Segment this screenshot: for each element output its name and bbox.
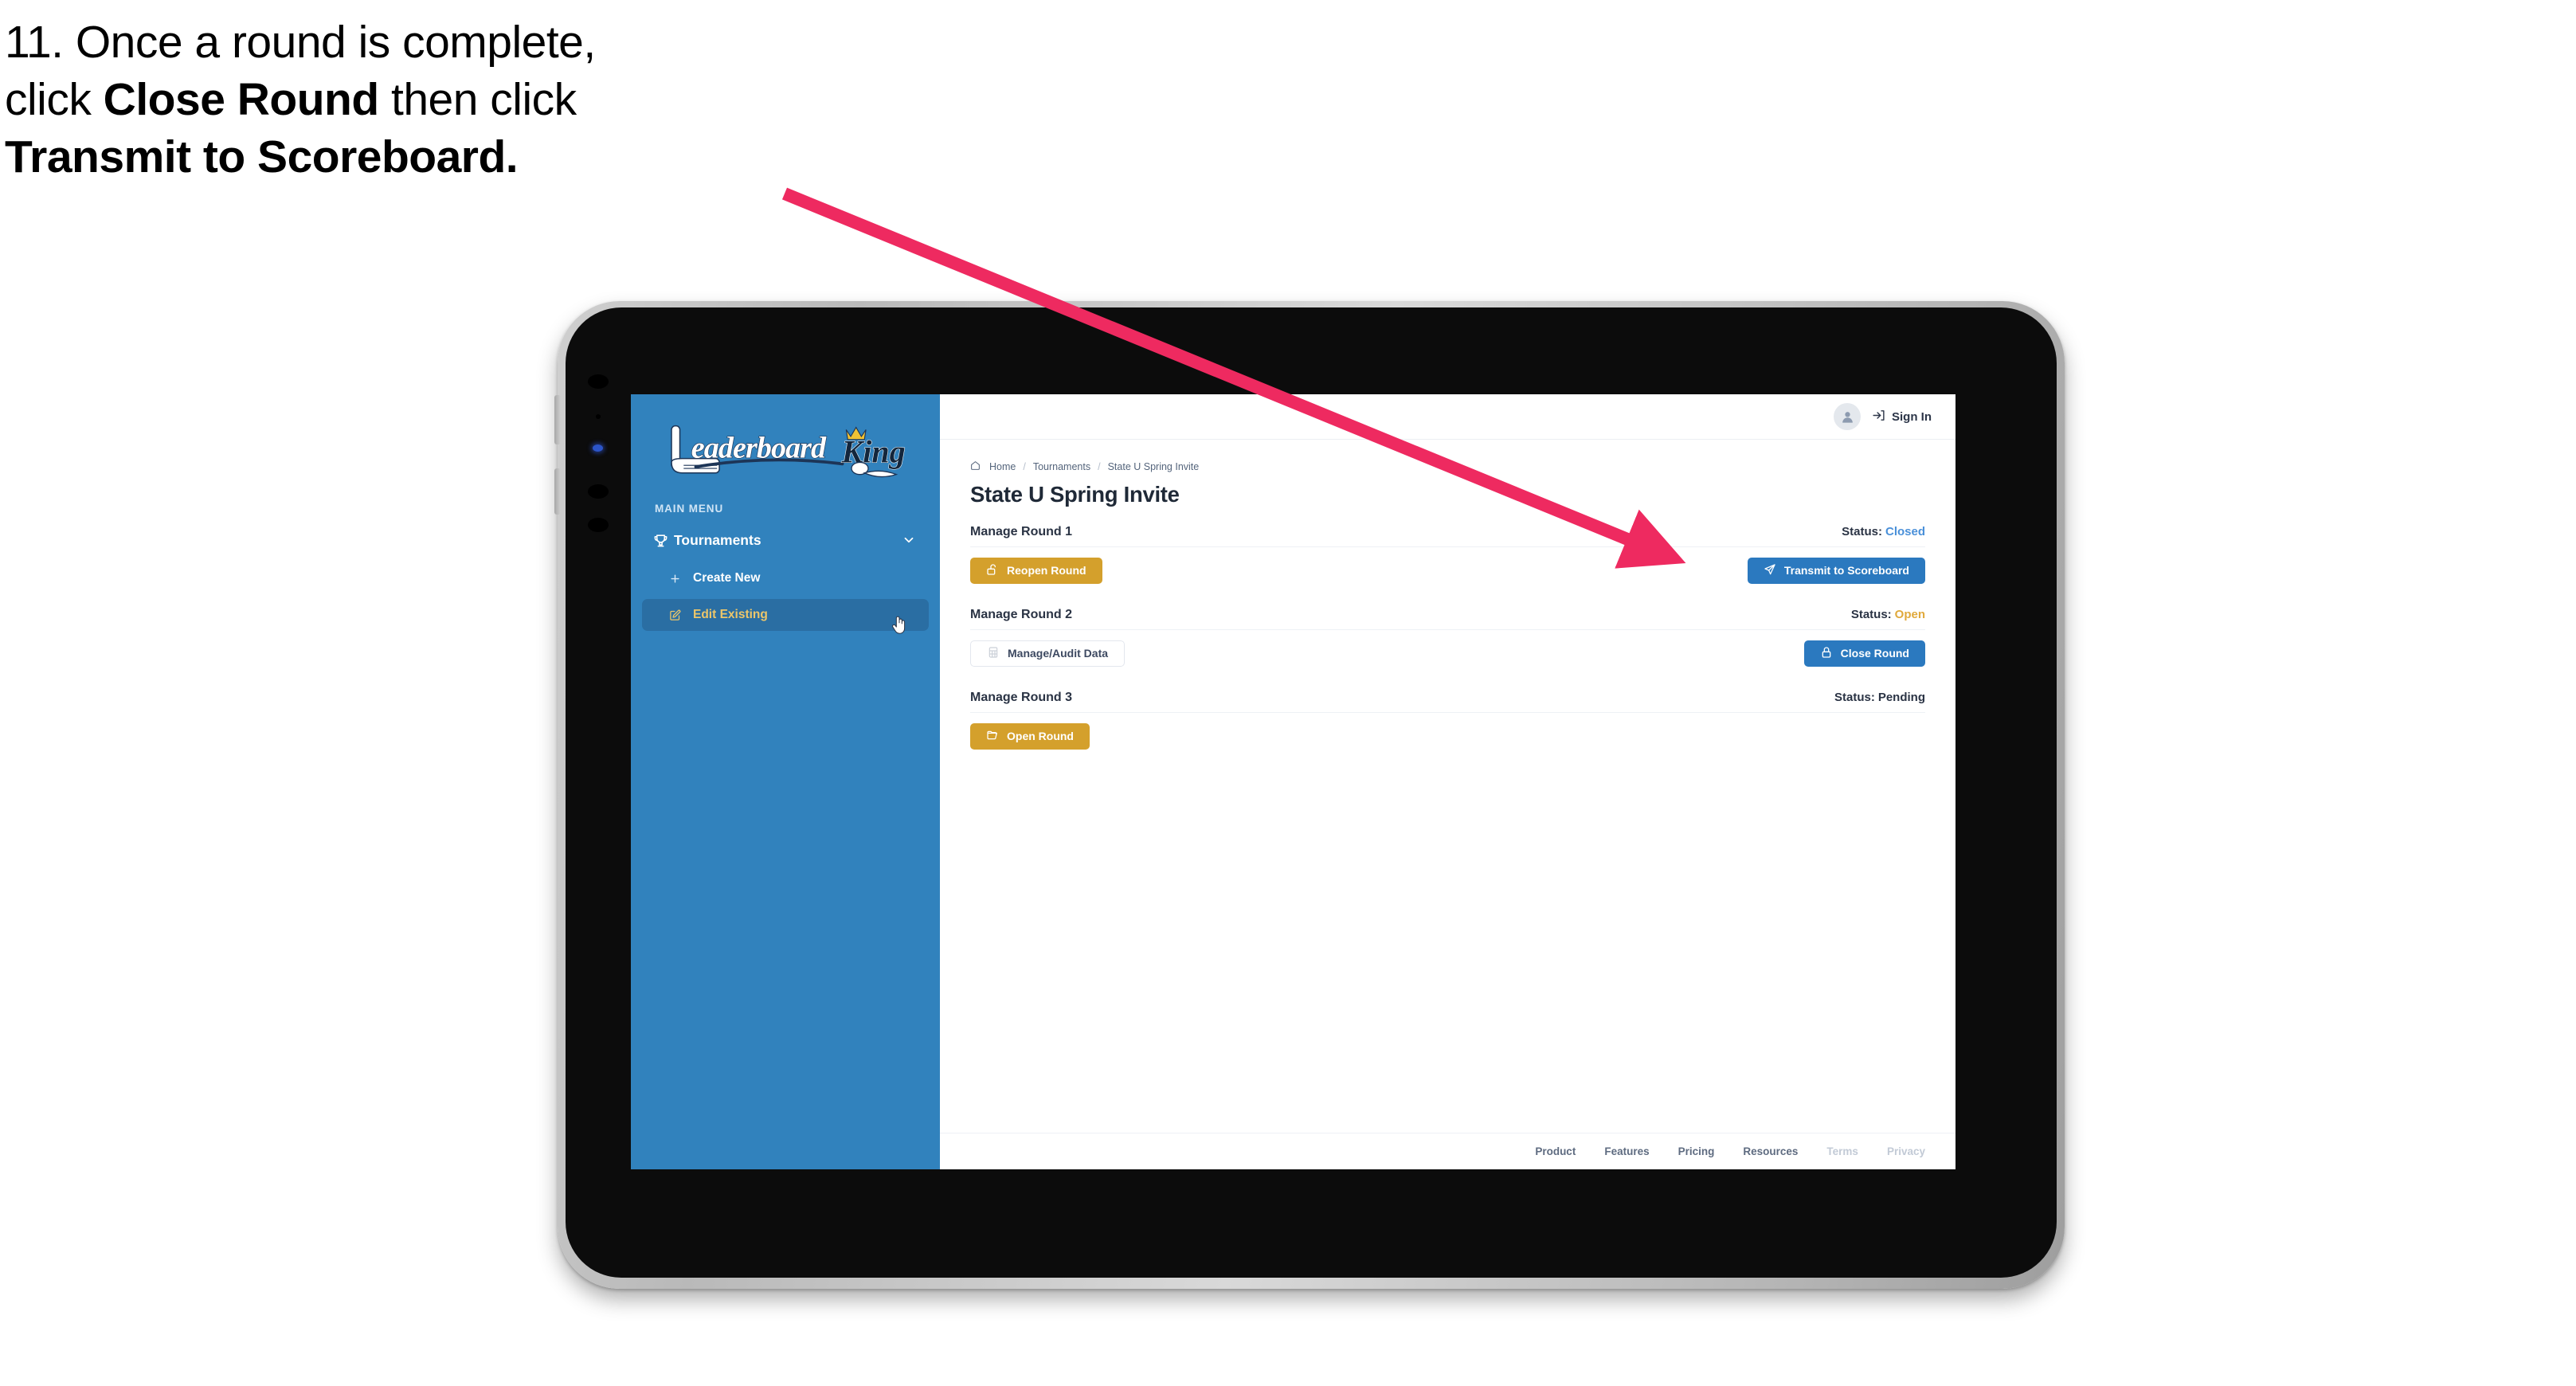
svg-text:King: King <box>841 433 906 469</box>
round-2-status-label: Status: <box>1850 608 1892 621</box>
leaderboard-king-logo[interactable]: eaderboard King <box>631 412 940 485</box>
footer-nav: Product Features Pricing Resources Terms… <box>940 1133 1955 1169</box>
open-round-button[interactable]: Open Round <box>970 722 1090 750</box>
breadcrumb-item-tournaments[interactable]: Tournaments <box>1033 461 1090 472</box>
sign-in-button[interactable]: Sign In <box>1872 409 1932 425</box>
round-2-actions: Manage/Audit Data Close Round <box>970 640 1925 667</box>
sidebar-item-create-new[interactable]: Create New <box>642 562 929 594</box>
round-3-status: Status: Pending <box>1834 691 1925 704</box>
user-avatar-icon[interactable] <box>1834 403 1861 430</box>
sidebar-item-tournaments-label: Tournaments <box>674 531 761 548</box>
footer-link-privacy[interactable]: Privacy <box>1887 1145 1925 1157</box>
tablet-sensor-dot-2 <box>596 414 601 419</box>
sign-in-label: Sign In <box>1892 409 1932 424</box>
open-round-label: Open Round <box>1007 730 1074 742</box>
footer-link-pricing[interactable]: Pricing <box>1678 1145 1715 1157</box>
home-icon[interactable] <box>970 460 982 473</box>
breadcrumb: Home / Tournaments / State U Spring Invi… <box>970 460 1925 473</box>
breadcrumb-item-home[interactable]: Home <box>989 461 1016 472</box>
round-1-name: Manage Round 1 <box>970 525 1073 538</box>
manage-audit-data-label: Manage/Audit Data <box>1008 647 1109 660</box>
round-block-1: Manage Round 1 Status: Closed Reopen Rou… <box>970 525 1925 584</box>
paper-plane-icon <box>1764 563 1776 578</box>
instruction-caption: 11. Once a round is complete, click Clos… <box>5 14 849 186</box>
sidebar-item-edit-existing[interactable]: Edit Existing <box>642 599 929 634</box>
transmit-to-scoreboard-label: Transmit to Scoreboard <box>1783 564 1909 577</box>
footer-link-features[interactable]: Features <box>1604 1145 1649 1157</box>
round-block-3: Manage Round 3 Status: Pending Open Roun… <box>970 691 1925 750</box>
tablet-sensor-dot-1 <box>588 374 609 389</box>
round-3-name: Manage Round 3 <box>970 691 1073 704</box>
sidebar-section-label: MAIN MENU <box>655 503 724 515</box>
round-2-header: Manage Round 2 Status: Open <box>970 608 1925 622</box>
round-3-header: Manage Round 3 Status: Pending <box>970 691 1925 705</box>
unlock-icon <box>986 563 999 578</box>
spreadsheet-icon <box>987 646 1000 661</box>
sidebar-item-edit-existing-label: Edit Existing <box>693 608 768 621</box>
round-3-actions: Open Round <box>970 722 1925 750</box>
tablet-sensor-dot-3 <box>588 484 609 499</box>
breadcrumb-item-current: State U Spring Invite <box>1107 461 1200 472</box>
sidebar: eaderboard King MAIN MENU Tournaments Cr… <box>631 394 940 1169</box>
round-3-status-value: Pending <box>1877 691 1925 704</box>
footer-link-terms[interactable]: Terms <box>1826 1145 1858 1157</box>
plus-icon <box>669 573 693 585</box>
lock-icon <box>1820 646 1833 661</box>
round-1-status-label: Status: <box>1842 525 1882 538</box>
round-2-status-value: Open <box>1894 608 1925 621</box>
manage-audit-data-button[interactable]: Manage/Audit Data <box>970 640 1126 667</box>
hand-pointer-cursor <box>891 613 908 636</box>
tablet-device-mockup: eaderboard King MAIN MENU Tournaments Cr… <box>554 301 2065 1289</box>
footer-link-resources[interactable]: Resources <box>1743 1145 1798 1157</box>
caption-line-3-bold: Transmit to Scoreboard. <box>5 131 519 182</box>
round-1-status: Status: Closed <box>1842 525 1925 538</box>
sidebar-item-tournaments[interactable]: Tournaments <box>642 523 929 558</box>
caption-line-1-text: 11. Once a round is complete, <box>5 17 596 68</box>
caption-line-2-bold: Close Round <box>103 73 380 125</box>
folder-open-icon <box>986 729 999 744</box>
round-2-status: Status: Open <box>1851 608 1925 621</box>
round-1-actions: Reopen Round Transmit to Scoreboard <box>970 557 1925 584</box>
main-content: Sign In Home / Tournaments / State U Spr… <box>940 394 1955 1169</box>
top-bar: Sign In <box>940 394 1955 440</box>
round-3-divider <box>970 712 1925 713</box>
caption-line-2-pre: click <box>5 73 104 125</box>
edit-square-icon <box>669 609 693 621</box>
page-title: State U Spring Invite <box>970 482 1180 507</box>
reopen-round-button[interactable]: Reopen Round <box>970 557 1102 584</box>
footer-link-product[interactable]: Product <box>1535 1145 1576 1157</box>
tablet-sensor-dot-4 <box>588 518 609 532</box>
round-3-status-label: Status: <box>1834 691 1875 704</box>
caption-line-2-post: then click <box>378 73 577 125</box>
transmit-to-scoreboard-button[interactable]: Transmit to Scoreboard <box>1747 557 1925 584</box>
chevron-down-icon[interactable] <box>902 533 916 547</box>
login-arrow-icon <box>1872 409 1885 425</box>
caption-line-3: Transmit to Scoreboard. <box>5 129 849 186</box>
tablet-side-button-bottom[interactable] <box>554 468 561 515</box>
page-content: Home / Tournaments / State U Spring Invi… <box>940 440 1955 1133</box>
caption-line-1: 11. Once a round is complete, <box>5 14 849 72</box>
breadcrumb-separator-1: / <box>1023 461 1026 472</box>
round-2-name: Manage Round 2 <box>970 608 1073 621</box>
tablet-side-button-top[interactable] <box>554 395 561 444</box>
round-block-2: Manage Round 2 Status: Open Manage/Audit… <box>970 608 1925 667</box>
breadcrumb-separator-2: / <box>1098 461 1101 472</box>
round-1-status-value: Closed <box>1885 525 1925 538</box>
round-1-header: Manage Round 1 Status: Closed <box>970 525 1925 539</box>
screenshot-canvas: 11. Once a round is complete, click Clos… <box>0 0 2576 1386</box>
caption-line-2: click Close Round then click <box>5 72 849 129</box>
tablet-status-led <box>593 444 603 452</box>
round-1-divider <box>970 546 1925 547</box>
close-round-button[interactable]: Close Round <box>1803 640 1925 667</box>
trophy-icon <box>653 533 674 548</box>
close-round-label: Close Round <box>1840 647 1909 660</box>
app-screen: eaderboard King MAIN MENU Tournaments Cr… <box>631 394 1955 1169</box>
reopen-round-label: Reopen Round <box>1007 564 1086 577</box>
round-2-divider <box>970 629 1925 630</box>
sidebar-item-create-new-label: Create New <box>693 571 761 585</box>
